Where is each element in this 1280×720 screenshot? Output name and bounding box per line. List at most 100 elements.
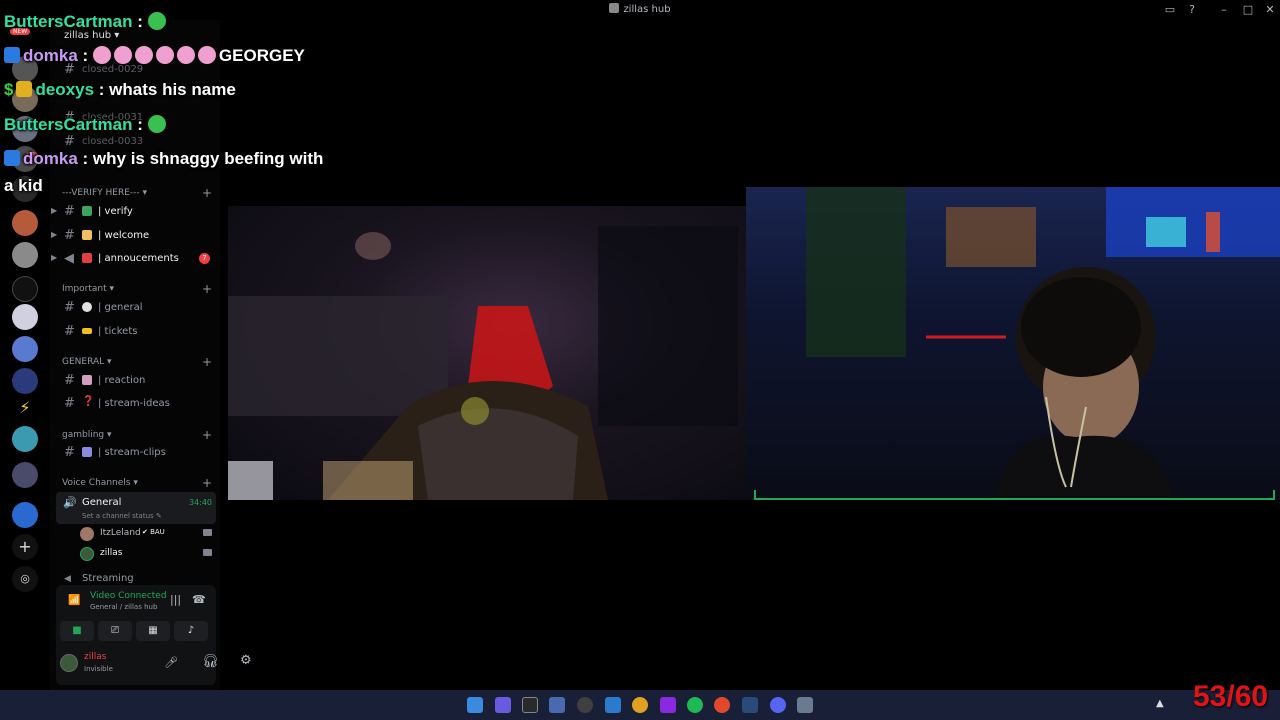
channel-verify[interactable]: ▶ # | verify bbox=[51, 202, 214, 222]
start-icon[interactable] bbox=[467, 697, 483, 713]
webcam-feed bbox=[806, 187, 1280, 500]
chevron-right-icon: ▶ bbox=[51, 230, 58, 239]
category-verify[interactable]: ---VERIFY HERE--- ▾ + bbox=[62, 186, 212, 200]
close-button[interactable]: ✕ bbox=[1262, 2, 1278, 18]
category-gambling[interactable]: gambling ▾ + bbox=[62, 428, 212, 442]
heart-eyes-icon bbox=[113, 46, 132, 64]
avatar[interactable] bbox=[60, 654, 78, 672]
speaker-icon: ◀ bbox=[64, 574, 71, 584]
voice-channel-streaming[interactable]: ◀ Streaming bbox=[62, 572, 214, 584]
speaking-indicator bbox=[754, 490, 1275, 500]
obs-icon[interactable] bbox=[577, 697, 593, 713]
gear-icon[interactable]: ⚙ bbox=[240, 653, 252, 668]
category-important[interactable]: Important ▾ + bbox=[62, 282, 212, 296]
maximize-button[interactable]: □ bbox=[1240, 2, 1256, 18]
server-icon[interactable] bbox=[12, 304, 38, 330]
title-bar: zillas hub ▭ ? – □ ✕ bbox=[0, 0, 1280, 20]
channel-status[interactable]: Set a channel status ✎ bbox=[82, 512, 162, 520]
add-channel-icon[interactable]: + bbox=[202, 428, 212, 442]
hash-icon: # bbox=[64, 228, 75, 243]
connection-status[interactable]: Video Connected bbox=[90, 591, 167, 601]
server-icon[interactable] bbox=[12, 242, 38, 268]
video-tile[interactable] bbox=[746, 187, 1280, 500]
screen-share-button[interactable]: ⎚ bbox=[98, 621, 132, 641]
emote-icon bbox=[147, 12, 166, 30]
add-channel-icon[interactable]: + bbox=[202, 355, 212, 369]
wave-icon bbox=[82, 230, 92, 240]
help-icon[interactable]: ? bbox=[1184, 2, 1200, 18]
counter-overlay: 53/60 bbox=[1193, 680, 1269, 713]
server-icon[interactable] bbox=[12, 368, 38, 394]
hash-icon: # bbox=[64, 396, 75, 411]
camera-icon bbox=[203, 529, 212, 536]
channel-announcements[interactable]: ▶ ◀ | annoucements 7 bbox=[51, 249, 214, 269]
microphone-icon[interactable]: 🎤︎ bbox=[164, 656, 178, 669]
voice-user[interactable]: zillas bbox=[80, 546, 212, 562]
heart-eyes-icon bbox=[134, 46, 153, 64]
vscode-icon[interactable] bbox=[605, 697, 621, 713]
widgets-icon[interactable] bbox=[495, 697, 511, 713]
spotify-icon[interactable] bbox=[687, 697, 703, 713]
disconnect-icon[interactable]: ☎ bbox=[192, 593, 206, 606]
discord-icon[interactable] bbox=[770, 697, 786, 713]
server-icon[interactable] bbox=[12, 502, 38, 528]
chrome-icon[interactable] bbox=[714, 697, 730, 713]
hash-icon: # bbox=[64, 204, 75, 219]
channel-welcome[interactable]: ▶ # | welcome bbox=[51, 226, 214, 246]
chevron-right-icon: ▶ bbox=[51, 206, 58, 215]
server-icon[interactable] bbox=[12, 426, 38, 452]
chat-message: ButtersCartman : bbox=[4, 115, 169, 135]
heart-eyes-icon bbox=[197, 46, 216, 64]
steam-icon[interactable] bbox=[742, 697, 758, 713]
minimize-button[interactable]: – bbox=[1216, 2, 1232, 18]
app-icon[interactable] bbox=[522, 697, 538, 713]
server-icon[interactable] bbox=[12, 336, 38, 362]
headphones-icon[interactable]: 🎧︎ bbox=[202, 654, 219, 669]
add-channel-icon[interactable]: + bbox=[202, 476, 212, 490]
megaphone-icon: ◀ bbox=[64, 251, 74, 266]
lightning-icon[interactable]: ⚡ bbox=[12, 398, 38, 424]
add-server-icon[interactable]: + bbox=[12, 534, 38, 560]
category-general[interactable]: GENERAL ▾ + bbox=[62, 355, 212, 369]
channel-reaction[interactable]: # | reaction bbox=[62, 371, 214, 391]
speech-bubble-icon bbox=[82, 302, 92, 312]
server-icon[interactable] bbox=[12, 210, 38, 236]
chat-message: domka : GEORGEY bbox=[4, 46, 305, 66]
app-icon[interactable] bbox=[549, 697, 565, 713]
activities-button[interactable]: ▦ bbox=[136, 621, 170, 641]
heart-eyes-icon bbox=[155, 46, 174, 64]
channel-tickets[interactable]: # | tickets bbox=[62, 322, 214, 342]
hash-icon: # bbox=[64, 324, 75, 339]
next-icon[interactable] bbox=[660, 697, 676, 713]
connection-location: General / zillas hub bbox=[90, 603, 158, 611]
chrome-icon[interactable] bbox=[632, 697, 648, 713]
noise-suppression-icon[interactable]: ||| bbox=[170, 593, 181, 606]
heart-eyes-icon bbox=[92, 46, 111, 64]
channel-general[interactable]: # | general bbox=[62, 298, 214, 318]
channel-stream-clips[interactable]: # | stream-clips bbox=[62, 443, 214, 463]
video-tile[interactable] bbox=[228, 206, 746, 500]
discover-icon[interactable]: ◎ bbox=[12, 566, 38, 592]
signal-icon: 📶 bbox=[68, 595, 81, 606]
voice-user[interactable]: ItzLeland ✔ BAU bbox=[80, 526, 212, 542]
channel-stream-ideas[interactable]: # ❓ | stream-ideas bbox=[62, 394, 214, 414]
voice-channel-general[interactable]: 🔊 General 34:40 Set a channel status ✎ bbox=[56, 492, 216, 524]
add-channel-icon[interactable]: + bbox=[202, 186, 212, 200]
chevron-up-icon[interactable]: ▲ bbox=[1156, 698, 1164, 709]
inbox-icon[interactable]: ▭ bbox=[1162, 2, 1178, 18]
category-voice[interactable]: Voice Channels ▾ + bbox=[62, 476, 212, 490]
camera-button[interactable]: ■ bbox=[60, 621, 94, 641]
app-icon[interactable] bbox=[797, 697, 813, 713]
server-icon[interactable] bbox=[12, 462, 38, 488]
server-icon[interactable] bbox=[12, 276, 38, 302]
chat-message: ButtersCartman : bbox=[4, 12, 169, 32]
speaker-icon: 🔊 bbox=[63, 496, 77, 509]
reaction-icon bbox=[82, 375, 92, 385]
avatar bbox=[80, 527, 94, 541]
soundboard-button[interactable]: ♪ bbox=[174, 621, 208, 641]
webcam-feed bbox=[228, 226, 738, 500]
camera-icon bbox=[203, 549, 212, 556]
tower-icon bbox=[82, 253, 92, 263]
chat-message: a kid bbox=[4, 176, 43, 195]
add-channel-icon[interactable]: + bbox=[202, 282, 212, 296]
